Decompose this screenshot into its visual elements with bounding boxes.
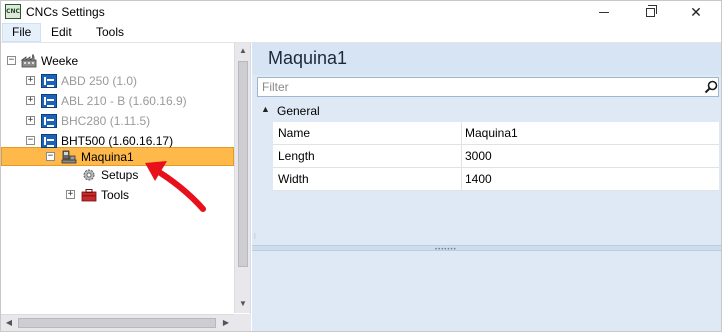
- description-area: [252, 251, 721, 331]
- app-window: CNC CNCs Settings ✕ File Edit Tools − We…: [0, 0, 722, 332]
- property-value[interactable]: 3000: [463, 145, 492, 167]
- tree-vertical-scrollbar[interactable]: ▲ ▼: [234, 43, 250, 313]
- menu-bar: File Edit Tools: [1, 23, 721, 43]
- close-icon: ✕: [690, 3, 702, 20]
- machine-tool-icon: [61, 150, 77, 164]
- horizontal-scroll-thumb[interactable]: [18, 318, 216, 328]
- restore-button[interactable]: [627, 1, 673, 23]
- property-row-name[interactable]: Name Maquina1: [273, 122, 719, 145]
- collapse-icon[interactable]: −: [7, 56, 16, 65]
- annotation-arrow-icon: [145, 161, 206, 212]
- expand-icon[interactable]: +: [26, 76, 35, 85]
- expand-icon[interactable]: +: [66, 190, 75, 199]
- tree-node-bhc280[interactable]: + BHC280 (1.11.5): [1, 111, 234, 131]
- row-gutter: [257, 122, 273, 145]
- tree-node-abd-250[interactable]: + ABD 250 (1.0): [1, 71, 234, 91]
- restore-icon: [645, 4, 657, 17]
- category-general[interactable]: ▲ General: [257, 100, 719, 122]
- collapse-icon[interactable]: −: [46, 152, 55, 161]
- row-gutter: [257, 145, 273, 168]
- property-pane: Maquina1 ▲ General Name Maquina1 Length …: [252, 43, 721, 331]
- cnc-app-icon: CNC: [5, 4, 21, 19]
- vertical-scroll-thumb[interactable]: [238, 61, 248, 267]
- factory-icon: [21, 54, 37, 68]
- collapse-icon[interactable]: −: [26, 136, 35, 145]
- property-title: Maquina1: [268, 48, 348, 68]
- expand-icon[interactable]: +: [26, 96, 35, 105]
- filter-box[interactable]: [257, 77, 719, 97]
- menu-edit[interactable]: Edit: [42, 23, 81, 42]
- tree-horizontal-scrollbar[interactable]: ◀ ▶: [1, 314, 234, 331]
- kc-machine-icon: [41, 94, 57, 108]
- tree-label: BHC280 (1.11.5): [61, 114, 151, 128]
- scroll-up-icon[interactable]: ▲: [235, 46, 251, 55]
- property-value[interactable]: 1400: [463, 168, 492, 190]
- scroll-down-icon[interactable]: ▼: [235, 299, 251, 308]
- kc-machine-icon: [41, 74, 57, 88]
- kc-machine-icon: [41, 134, 57, 148]
- tree-label: ABD 250 (1.0): [61, 74, 138, 88]
- kc-machine-icon: [41, 114, 57, 128]
- filter-input[interactable]: [260, 79, 690, 95]
- tree-label: Weeke: [41, 54, 79, 68]
- gear-icon: [83, 169, 95, 181]
- menu-tools[interactable]: Tools: [87, 23, 133, 42]
- scroll-right-icon[interactable]: ▶: [218, 318, 234, 327]
- pane-splitter-grip-icon[interactable]: ⋮: [252, 233, 258, 240]
- property-row-length[interactable]: Length 3000: [273, 145, 719, 168]
- minimize-button[interactable]: [581, 1, 627, 23]
- category-label: General: [277, 104, 320, 118]
- window-title: CNCs Settings: [26, 5, 105, 19]
- toolbox-icon: [81, 189, 97, 202]
- machine-tree: − Weeke + ABD 250 (1.0) + ABL 210 - B (1…: [1, 43, 251, 331]
- property-row-width[interactable]: Width 1400: [273, 168, 719, 191]
- tree-label: Tools: [101, 188, 130, 202]
- search-icon[interactable]: [704, 80, 718, 94]
- property-name: Width: [276, 168, 462, 190]
- expand-icon[interactable]: +: [26, 116, 35, 125]
- scroll-left-icon[interactable]: ◀: [1, 318, 17, 327]
- menu-file[interactable]: File: [2, 23, 42, 42]
- property-value[interactable]: Maquina1: [463, 122, 518, 144]
- tree-label: Setups: [101, 168, 139, 182]
- minimize-icon: [599, 11, 609, 13]
- tree-label: Maquina1: [81, 150, 134, 164]
- tree-node-weeke[interactable]: − Weeke: [1, 51, 234, 71]
- property-name: Name: [276, 122, 462, 144]
- close-button[interactable]: ✕: [673, 1, 719, 23]
- title-bar: CNC CNCs Settings ✕: [1, 1, 721, 23]
- tree-node-abl-210[interactable]: + ABL 210 - B (1.60.16.9): [1, 91, 234, 111]
- tree-label: ABL 210 - B (1.60.16.9): [61, 94, 187, 108]
- property-name: Length: [276, 145, 462, 167]
- property-header: Maquina1: [252, 43, 721, 75]
- collapse-category-icon[interactable]: ▲: [261, 104, 270, 114]
- scrollbar-corner: [234, 314, 251, 331]
- row-gutter: [257, 168, 273, 191]
